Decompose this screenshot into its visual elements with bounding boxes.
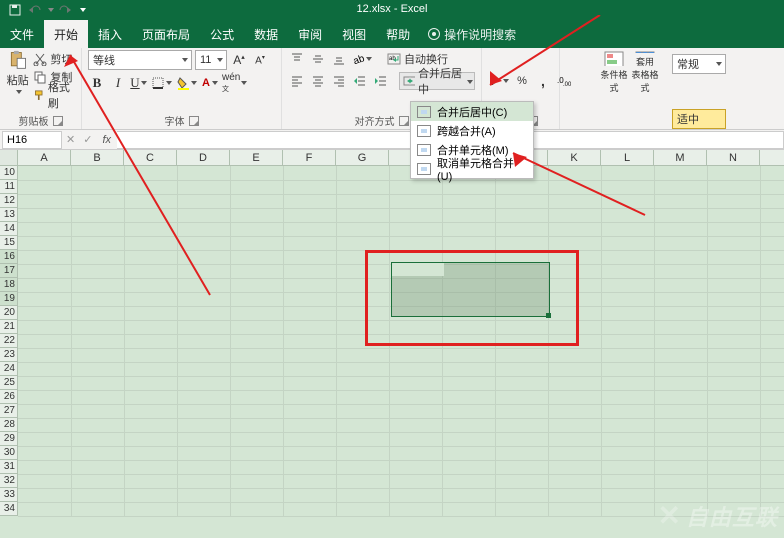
tab-help[interactable]: 帮助 <box>376 20 420 48</box>
format-as-table-button[interactable]: 套用 表格格式 <box>630 50 660 94</box>
orientation-button[interactable]: ab <box>351 50 373 68</box>
row-header[interactable]: 25 <box>0 376 18 390</box>
title-appname: Excel <box>401 3 428 15</box>
alignment-launcher-icon[interactable] <box>399 116 409 126</box>
row-header[interactable]: 31 <box>0 460 18 474</box>
tab-formulas[interactable]: 公式 <box>200 20 244 48</box>
qat-customize-icon[interactable] <box>80 8 86 12</box>
tab-file[interactable]: 文件 <box>0 20 44 48</box>
merge-cells-icon <box>417 144 431 156</box>
column-header[interactable]: E <box>230 150 283 165</box>
cell-style-value: 适中 <box>677 111 699 127</box>
increase-font-button[interactable]: A▴ <box>230 51 248 69</box>
row-header[interactable]: 16 <box>0 250 18 264</box>
row-header[interactable]: 34 <box>0 502 18 516</box>
merge-across-text: 跨越合并(A) <box>437 123 496 139</box>
fill-handle[interactable] <box>546 313 551 318</box>
row-header[interactable]: 33 <box>0 488 18 502</box>
row-header[interactable]: 18 <box>0 278 18 292</box>
increase-indent-button[interactable] <box>372 72 390 90</box>
column-header[interactable]: N <box>707 150 760 165</box>
tab-review[interactable]: 审阅 <box>288 20 332 48</box>
ribbon-tabs: 文件 开始 插入 页面布局 公式 数据 审阅 视图 帮助 操作说明搜索 <box>0 20 784 48</box>
align-left-button[interactable] <box>288 72 306 90</box>
annotation-arrow-3 <box>505 145 655 225</box>
row-header[interactable]: 32 <box>0 474 18 488</box>
merge-center-text: 合并后居中(C) <box>437 104 507 120</box>
cell-style-sample[interactable]: 适中 <box>672 109 726 129</box>
row-header[interactable]: 10 <box>0 166 18 180</box>
group-cell-styles: 常规 适中 <box>666 48 736 129</box>
row-header[interactable]: 22 <box>0 334 18 348</box>
merge-and-center-item[interactable]: 合并后居中(C) <box>411 102 533 121</box>
save-button[interactable] <box>6 2 24 18</box>
row-header[interactable]: 27 <box>0 404 18 418</box>
lightbulb-icon <box>428 28 440 40</box>
merge-center-label: 合并后居中 <box>418 65 464 97</box>
tab-data[interactable]: 数据 <box>244 20 288 48</box>
align-top-button[interactable] <box>288 50 306 68</box>
window-title: 12.xlsx - Excel <box>357 3 428 15</box>
align-bottom-button[interactable] <box>330 50 348 68</box>
row-header[interactable]: 29 <box>0 432 18 446</box>
alignment-group-label: 对齐方式 <box>355 113 395 128</box>
merge-center-button[interactable]: 合并后居中 <box>399 72 475 90</box>
column-header[interactable]: F <box>283 150 336 165</box>
merge-across-item[interactable]: 跨越合并(A) <box>411 121 533 140</box>
paste-button[interactable]: 粘贴 <box>6 50 29 94</box>
row-header[interactable]: 11 <box>0 180 18 194</box>
tab-view[interactable]: 视图 <box>332 20 376 48</box>
chevron-down-icon <box>716 62 722 66</box>
quick-access-toolbar <box>6 2 86 18</box>
active-cell <box>392 263 444 276</box>
unmerge-icon <box>417 163 431 175</box>
clipboard-group-label: 剪贴板 <box>19 113 49 128</box>
tab-insert[interactable]: 插入 <box>88 20 132 48</box>
paste-label: 粘贴 <box>7 72 29 88</box>
watermark-text: 自由互联 <box>686 500 778 532</box>
row-header[interactable]: 24 <box>0 362 18 376</box>
row-header[interactable]: 12 <box>0 194 18 208</box>
tab-page-layout[interactable]: 页面布局 <box>132 20 200 48</box>
selection-box <box>391 262 550 317</box>
redo-button[interactable] <box>56 2 74 18</box>
row-header[interactable]: 23 <box>0 348 18 362</box>
merge-center-icon <box>417 106 431 118</box>
row-header[interactable]: 26 <box>0 390 18 404</box>
title-bar: 12.xlsx - Excel <box>0 0 784 20</box>
undo-button[interactable] <box>26 2 44 18</box>
tab-home[interactable]: 开始 <box>44 20 88 48</box>
number-format-value: 常规 <box>677 56 699 72</box>
name-box-value: H16 <box>7 134 27 146</box>
row-header[interactable]: 14 <box>0 222 18 236</box>
row-header[interactable]: 17 <box>0 264 18 278</box>
watermark: 自由互联 <box>658 499 778 532</box>
paste-dropdown-icon <box>16 90 22 94</box>
select-all-corner[interactable] <box>0 150 18 165</box>
merge-across-icon <box>417 125 431 137</box>
annotation-arrow-1 <box>50 45 220 305</box>
row-headers: 1011121314151617181920212223242526272829… <box>0 166 18 516</box>
phonetic-button[interactable]: wén文 <box>222 74 248 92</box>
row-header[interactable]: 19 <box>0 292 18 306</box>
align-right-button[interactable] <box>330 72 348 90</box>
undo-dropdown-icon[interactable] <box>48 8 54 12</box>
row-header[interactable]: 20 <box>0 306 18 320</box>
column-header[interactable]: G <box>336 150 389 165</box>
row-header[interactable]: 13 <box>0 208 18 222</box>
decrease-indent-button[interactable] <box>351 72 369 90</box>
number-format-combo[interactable]: 常规 <box>672 54 726 74</box>
decrease-font-button[interactable]: A▾ <box>251 51 269 69</box>
align-center-button[interactable] <box>309 72 327 90</box>
row-header[interactable]: 21 <box>0 320 18 334</box>
title-filename: 12.xlsx <box>357 3 391 15</box>
row-header[interactable]: 28 <box>0 418 18 432</box>
format-as-table-label: 套用 表格格式 <box>630 55 660 94</box>
annotation-arrow-2 <box>480 15 610 95</box>
svg-text:ab: ab <box>352 53 365 66</box>
row-header[interactable]: 30 <box>0 446 18 460</box>
row-header[interactable]: 15 <box>0 236 18 250</box>
align-middle-button[interactable] <box>309 50 327 68</box>
column-header[interactable]: M <box>654 150 707 165</box>
